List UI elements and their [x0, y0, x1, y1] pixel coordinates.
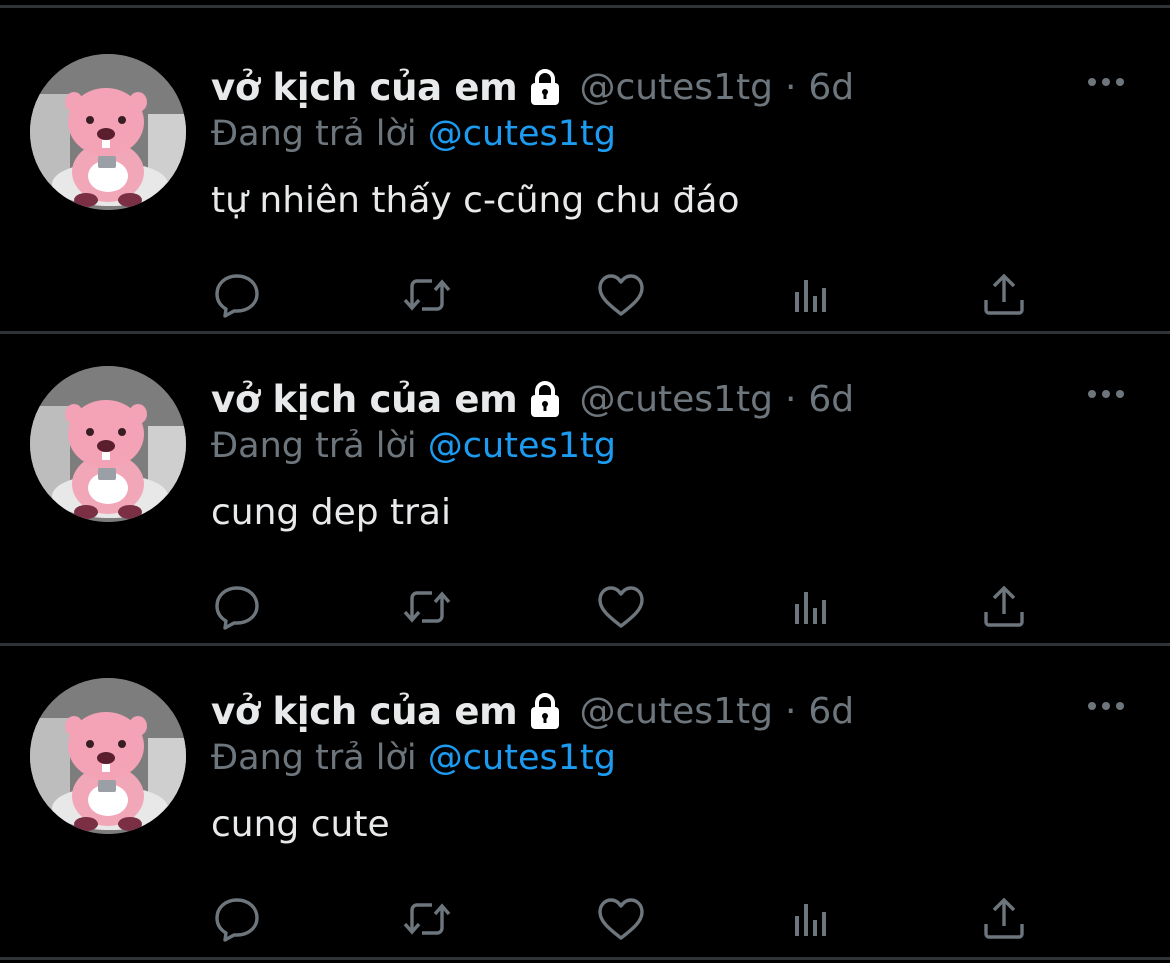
heart-icon[interactable]: [596, 270, 646, 320]
more-horizontal-icon[interactable]: [1085, 70, 1127, 94]
timestamp[interactable]: 6d: [808, 379, 854, 420]
analytics-icon[interactable]: [788, 894, 838, 944]
retweet-icon[interactable]: [402, 582, 452, 632]
separator-dot: ·: [784, 378, 797, 420]
mention-link[interactable]: @cutes1tg: [428, 426, 616, 466]
tweet[interactable]: vở kịch của em @cutes1tg · 6d Đang trả l…: [0, 632, 1170, 942]
lock-icon: [525, 691, 565, 731]
tweet-actions: [0, 894, 1170, 944]
separator-dot: ·: [784, 66, 797, 108]
heart-icon[interactable]: [596, 582, 646, 632]
tweet-text: tự nhiên thấy c-cũng chu đáo: [211, 180, 740, 221]
reply-icon[interactable]: [212, 582, 262, 632]
timestamp[interactable]: 6d: [808, 67, 854, 108]
replying-prefix: Đang trả lời: [211, 426, 417, 466]
lock-icon: [525, 379, 565, 419]
replying-to: Đang trả lời @cutes1tg: [211, 426, 616, 466]
mention-link[interactable]: @cutes1tg: [428, 114, 616, 154]
share-icon[interactable]: [979, 270, 1029, 320]
tweet-text: cung dep trai: [211, 492, 451, 533]
handle[interactable]: @cutes1tg: [579, 379, 773, 420]
lock-icon: [525, 67, 565, 107]
tweet-actions: [0, 270, 1170, 320]
timestamp[interactable]: 6d: [808, 691, 854, 732]
retweet-icon[interactable]: [402, 270, 452, 320]
handle[interactable]: @cutes1tg: [579, 691, 773, 732]
more-horizontal-icon[interactable]: [1085, 694, 1127, 718]
display-name[interactable]: vở kịch của em: [211, 690, 518, 733]
replying-to: Đang trả lời @cutes1tg: [211, 738, 616, 778]
tweet-text: cung cute: [211, 804, 390, 845]
more-horizontal-icon[interactable]: [1085, 382, 1127, 406]
retweet-icon[interactable]: [402, 894, 452, 944]
avatar[interactable]: [30, 366, 186, 522]
tweet[interactable]: vở kịch của em @cutes1tg · 6d Đang trả l…: [0, 8, 1170, 318]
handle[interactable]: @cutes1tg: [579, 67, 773, 108]
share-icon[interactable]: [979, 582, 1029, 632]
tweet-actions: [0, 582, 1170, 632]
replying-prefix: Đang trả lời: [211, 738, 417, 778]
analytics-icon[interactable]: [788, 270, 838, 320]
share-icon[interactable]: [979, 894, 1029, 944]
replying-to: Đang trả lời @cutes1tg: [211, 114, 616, 154]
tweet-header: vở kịch của em @cutes1tg · 6d: [211, 62, 854, 112]
heart-icon[interactable]: [596, 894, 646, 944]
separator-dot: ·: [784, 690, 797, 732]
display-name[interactable]: vở kịch của em: [211, 378, 518, 421]
tweet-header: vở kịch của em @cutes1tg · 6d: [211, 686, 854, 736]
display-name[interactable]: vở kịch của em: [211, 66, 518, 109]
mention-link[interactable]: @cutes1tg: [428, 738, 616, 778]
analytics-icon[interactable]: [788, 582, 838, 632]
replying-prefix: Đang trả lời: [211, 114, 417, 154]
reply-icon[interactable]: [212, 894, 262, 944]
tweet-header: vở kịch của em @cutes1tg · 6d: [211, 374, 854, 424]
reply-icon[interactable]: [212, 270, 262, 320]
avatar[interactable]: [30, 678, 186, 834]
tweet[interactable]: vở kịch của em @cutes1tg · 6d Đang trả l…: [0, 320, 1170, 630]
avatar[interactable]: [30, 54, 186, 210]
bottom-separator: [0, 957, 1170, 960]
